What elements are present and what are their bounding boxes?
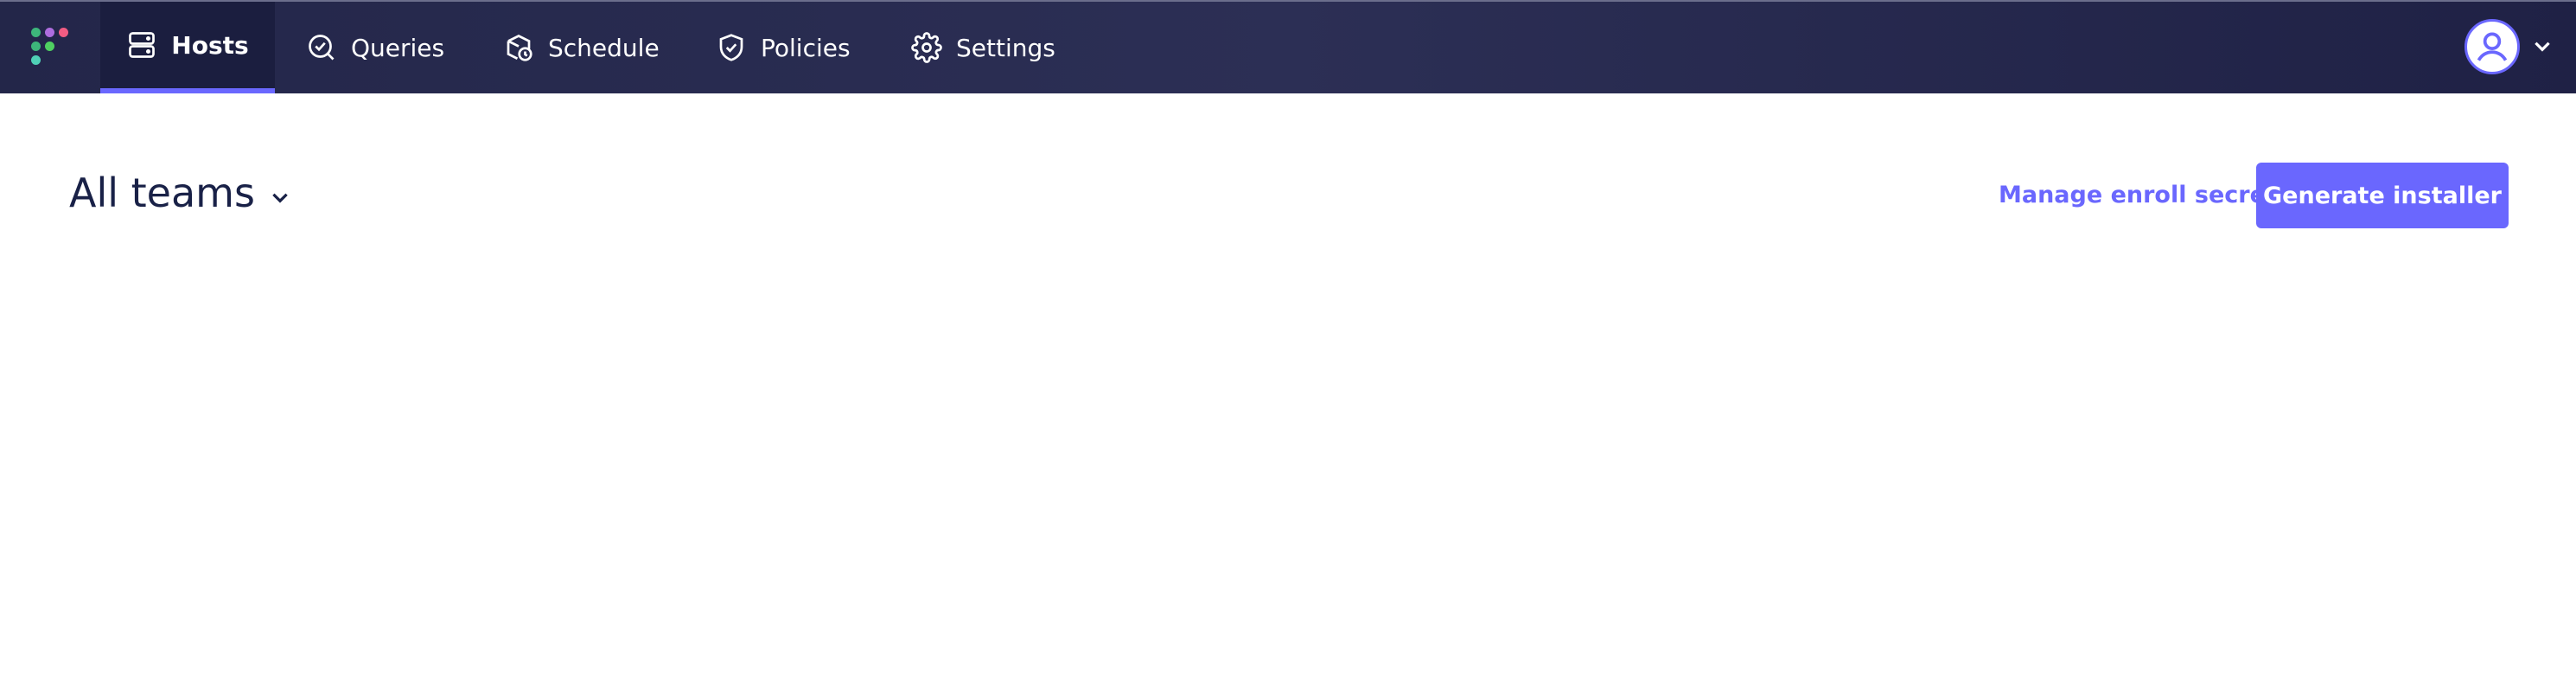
generate-installer-button[interactable]: Generate installer bbox=[2256, 163, 2509, 228]
user-avatar[interactable] bbox=[2464, 19, 2520, 74]
chevron-down-icon[interactable] bbox=[2531, 35, 2554, 57]
team-selector-label: All teams bbox=[69, 170, 255, 216]
nav-item-hosts[interactable]: Hosts bbox=[100, 2, 275, 93]
hosts-icon bbox=[129, 32, 156, 58]
nav-item-label: Queries bbox=[351, 33, 445, 62]
team-selector[interactable]: All teams bbox=[69, 170, 291, 216]
top-navigation-bar: Hosts Queries Schedule Policies Settings bbox=[0, 0, 2576, 93]
user-icon bbox=[2477, 32, 2508, 61]
settings-icon bbox=[911, 32, 942, 63]
nav-item-label: Hosts bbox=[171, 30, 249, 60]
nav-item-settings[interactable]: Settings bbox=[911, 2, 1055, 93]
nav-item-label: Schedule bbox=[548, 33, 660, 62]
schedule-icon bbox=[507, 34, 532, 61]
fleet-logo[interactable] bbox=[31, 28, 69, 67]
nav-item-schedule[interactable]: Schedule bbox=[503, 2, 660, 93]
chevron-down-icon bbox=[272, 193, 288, 203]
policies-icon bbox=[719, 34, 743, 61]
nav-item-policies[interactable]: Policies bbox=[716, 2, 851, 93]
nav-item-label: Settings bbox=[956, 33, 1055, 62]
manage-enroll-secret-link[interactable]: Manage enroll secret bbox=[1999, 182, 2277, 208]
nav-item-label: Policies bbox=[761, 33, 851, 62]
nav-item-queries[interactable]: Queries bbox=[306, 2, 444, 93]
queries-icon bbox=[309, 35, 335, 61]
